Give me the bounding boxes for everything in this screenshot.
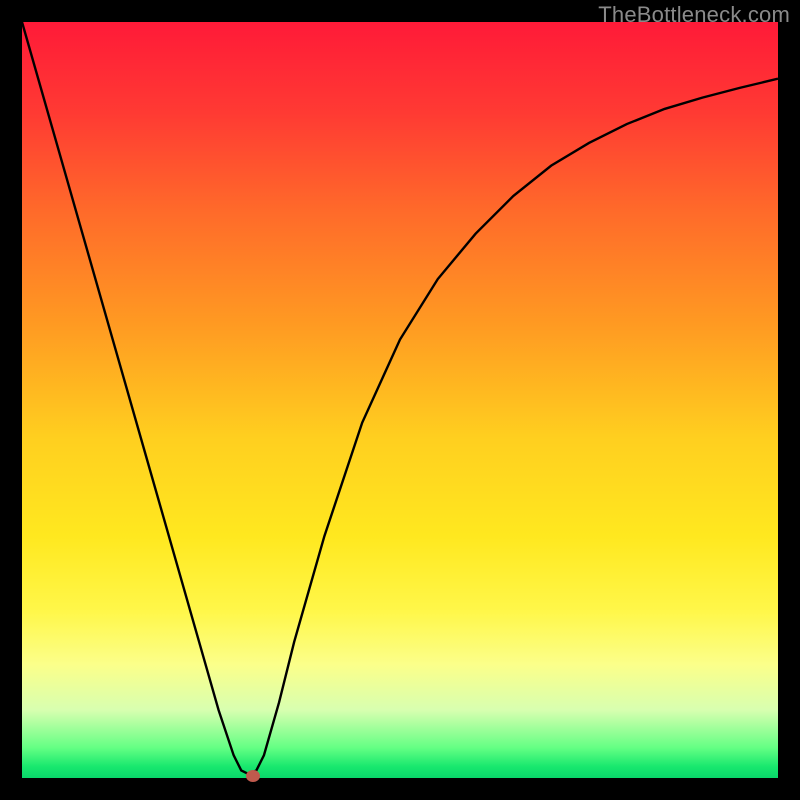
watermark-text: TheBottleneck.com	[598, 2, 790, 28]
bottleneck-curve	[22, 22, 778, 778]
curve-path	[22, 22, 778, 774]
minimum-marker	[246, 770, 260, 782]
chart-plot-area	[22, 22, 778, 778]
chart-frame: TheBottleneck.com	[0, 0, 800, 800]
